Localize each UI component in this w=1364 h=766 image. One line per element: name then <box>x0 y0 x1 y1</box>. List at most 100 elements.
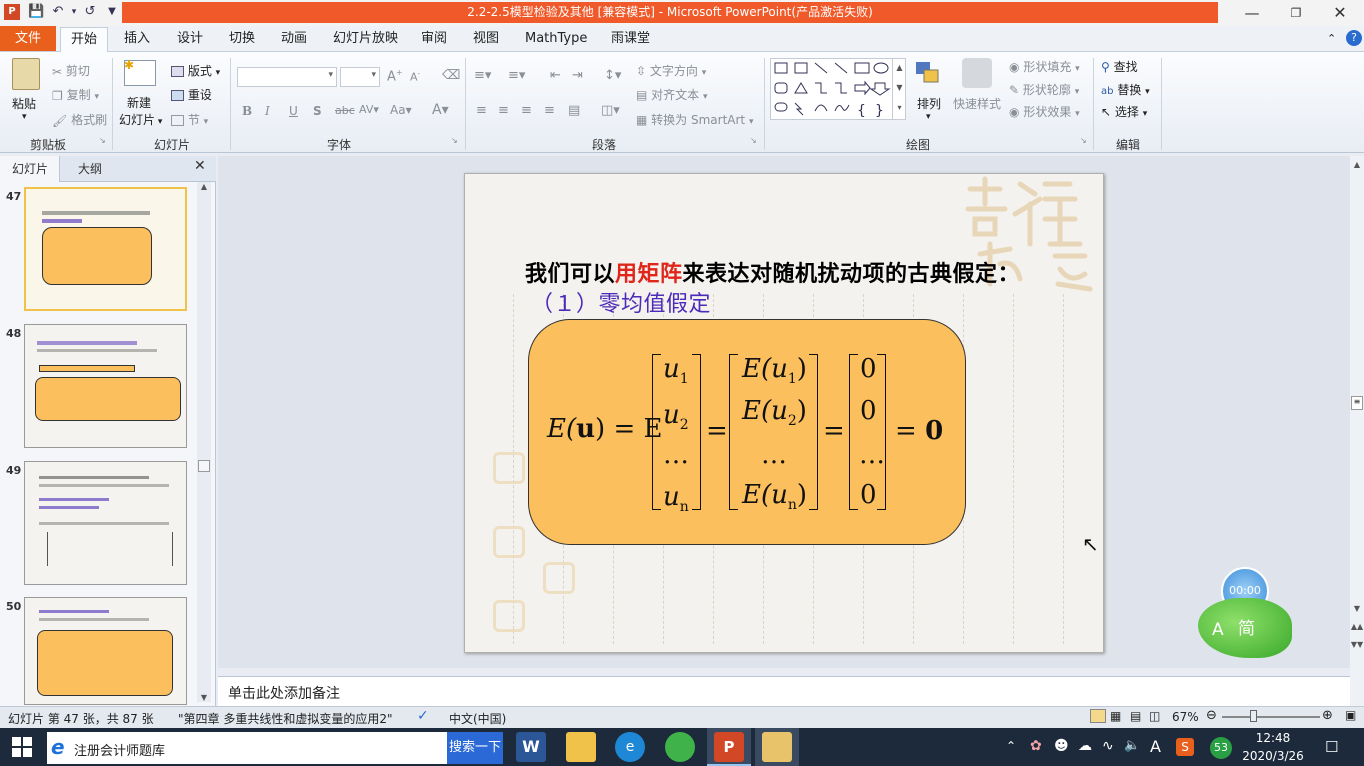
grow-font-icon[interactable]: A+ <box>387 68 403 84</box>
arrange-icon[interactable] <box>914 60 944 90</box>
replace-button[interactable]: ab 替换 ▾ <box>1101 81 1150 98</box>
media-app-icon[interactable] <box>762 732 792 762</box>
editor-scrollbar[interactable]: ▲ ≡ ▼ ▲▲ ▼▼ <box>1350 156 1364 706</box>
find-button[interactable]: ⚲ 查找 <box>1101 58 1138 75</box>
next-slide-icon[interactable]: ▼▼ <box>1350 640 1364 649</box>
align-left-icon[interactable]: ≡ <box>476 103 487 118</box>
close-pane-icon[interactable]: ✕ <box>194 158 206 174</box>
shape-outline-button[interactable]: ✎ 形状轮廓 ▾ <box>1009 81 1079 98</box>
tray-penguin-icon[interactable]: ☻ <box>1054 738 1069 754</box>
shapes-gallery[interactable]: { } <box>770 58 906 120</box>
zoom-in-icon[interactable]: ⊕ <box>1322 708 1333 723</box>
windows-start-icon[interactable] <box>12 737 32 760</box>
paste-dropdown-icon[interactable]: ▾ <box>22 112 27 122</box>
restore-button[interactable]: ❐ <box>1274 2 1318 24</box>
italic-button[interactable]: I <box>265 104 270 118</box>
tab-mathtype[interactable]: MathType <box>525 30 587 50</box>
zoom-level[interactable]: 67% <box>1172 710 1199 724</box>
zoom-slider-thumb[interactable] <box>1250 710 1257 722</box>
sogou-icon[interactable]: S <box>1176 738 1194 756</box>
numbering-icon[interactable]: ≡▾ <box>508 68 525 83</box>
scroll-down-icon[interactable]: ▼ <box>197 693 211 702</box>
notes-pane[interactable]: 单击此处添加备注 <box>218 676 1350 706</box>
word-app-icon[interactable]: W <box>516 732 546 762</box>
slides-pane-scrollbar[interactable]: ▲ ▼ <box>197 182 211 702</box>
paste-icon[interactable] <box>12 58 40 90</box>
undo-icon[interactable]: ↶ <box>50 4 66 20</box>
new-slide-button[interactable]: 新建 <box>127 94 151 111</box>
arrange-dropdown-icon[interactable]: ▾ <box>926 112 931 122</box>
underline-button[interactable]: U <box>289 104 298 118</box>
collapse-ribbon-icon[interactable]: ⌃ <box>1327 30 1336 50</box>
slideshow-icon[interactable]: ◫ <box>1149 709 1160 723</box>
file-explorer-icon[interactable] <box>566 732 596 762</box>
slide-thumbnail-48[interactable] <box>24 324 187 448</box>
format-painter-button[interactable]: 🖌 格式刷 <box>52 111 107 128</box>
font-color-icon[interactable]: A▾ <box>432 102 449 118</box>
language-indicator[interactable]: 中文(中国) <box>449 710 506 727</box>
slide-thumbnail-50[interactable] <box>24 597 187 705</box>
font-size-select[interactable]: ▾ <box>340 67 380 87</box>
copy-button[interactable]: ❐ 复制 ▾ <box>52 86 99 103</box>
tray-expand-icon[interactable]: ⌃ <box>1006 739 1016 753</box>
paste-button[interactable]: 粘贴 <box>12 95 36 112</box>
new-slide-label[interactable]: 幻灯片 ▾ <box>119 111 162 128</box>
ime-indicator[interactable]: A <box>1150 737 1161 756</box>
change-case-icon[interactable]: Aa▾ <box>390 103 412 117</box>
current-slide[interactable]: 我们可以用矩阵来表达对随机扰动项的古典假定： （１）零均值假定 E(u) = E… <box>464 173 1104 653</box>
shape-fill-button[interactable]: ◉ 形状填充 ▾ <box>1009 58 1080 75</box>
search-box[interactable]: e 注册会计师题库 <box>47 732 447 764</box>
powerpoint-app-icon[interactable]: P <box>4 4 20 20</box>
notes-placeholder[interactable]: 单击此处添加备注 <box>228 683 340 703</box>
close-button[interactable]: ✕ <box>1318 2 1362 24</box>
shapes-scroll[interactable]: ▲ ▼ ▾ <box>892 58 906 120</box>
tab-slideshow[interactable]: 幻灯片放映 <box>333 30 398 50</box>
distributed-icon[interactable]: ▤ <box>568 103 580 118</box>
slide-subtitle[interactable]: （１）零均值假定 <box>531 286 711 318</box>
browser-app-icon[interactable]: e <box>615 732 645 762</box>
reading-view-icon[interactable]: ▤ <box>1130 709 1141 723</box>
undo-dropdown-icon[interactable]: ▾ <box>66 4 82 20</box>
quick-styles-icon[interactable] <box>962 58 992 88</box>
tab-transitions[interactable]: 切换 <box>229 30 255 50</box>
bullets-icon[interactable]: ≡▾ <box>474 68 491 83</box>
green-app-icon[interactable] <box>665 732 695 762</box>
editor-scroll-thumb[interactable]: ≡ <box>1351 396 1363 410</box>
customize-toolbar-icon[interactable]: ▼ <box>104 4 120 20</box>
convert-smartart-button[interactable]: ▦ 转换为 SmartArt ▾ <box>636 111 754 128</box>
arrange-button[interactable]: 排列 <box>917 95 941 112</box>
tab-file[interactable]: 文件 <box>0 26 56 51</box>
clock-time[interactable]: 12:48 <box>1248 731 1298 745</box>
volume-icon[interactable]: 🔈 <box>1124 738 1140 753</box>
search-button[interactable]: 搜索一下 <box>447 732 503 764</box>
section-button[interactable]: 节 ▾ <box>171 111 208 128</box>
normal-view-icon[interactable] <box>1090 709 1106 723</box>
align-center-icon[interactable]: ≡ <box>498 103 509 118</box>
clock-date[interactable]: 2020/3/26 <box>1236 749 1310 763</box>
tab-animations[interactable]: 动画 <box>281 30 307 50</box>
slide-thumbnail-49[interactable] <box>24 461 187 585</box>
tab-design[interactable]: 设计 <box>177 30 203 50</box>
char-spacing-icon[interactable]: AV▾ <box>359 103 379 116</box>
tab-review[interactable]: 审阅 <box>421 30 447 50</box>
clipboard-launcher-icon[interactable]: ↘ <box>99 136 106 145</box>
tray-app-icon[interactable]: ✿ <box>1030 738 1042 754</box>
redo-icon[interactable]: ↺ <box>82 4 98 20</box>
shadow-button[interactable]: S <box>313 104 322 118</box>
slides-scroll-thumb[interactable] <box>198 460 210 472</box>
tab-insert[interactable]: 插入 <box>124 30 150 50</box>
line-spacing-icon[interactable]: ↕▾ <box>604 68 621 83</box>
increase-indent-icon[interactable]: ⇥ <box>572 68 583 83</box>
layout-button[interactable]: 版式 ▾ <box>171 62 220 79</box>
notifications-icon[interactable]: ☐ <box>1325 738 1338 756</box>
slide-thumbnail-47[interactable] <box>24 187 187 311</box>
tab-outline[interactable]: 大纲 <box>78 160 102 177</box>
align-text-button[interactable]: ▤ 对齐文本 ▾ <box>636 86 708 103</box>
align-right-icon[interactable]: ≡ <box>521 103 532 118</box>
spellcheck-icon[interactable]: ✓ <box>417 708 429 724</box>
formula-box[interactable]: E(u) = E u1 u2 … un = E(u1) E(u2) … E(un… <box>528 319 966 545</box>
scroll-down-icon[interactable]: ▼ <box>1350 604 1364 613</box>
tab-rainclassroom[interactable]: 雨课堂 <box>611 30 650 50</box>
paragraph-launcher-icon[interactable]: ↘ <box>750 136 757 145</box>
zoom-slider[interactable] <box>1222 716 1320 718</box>
